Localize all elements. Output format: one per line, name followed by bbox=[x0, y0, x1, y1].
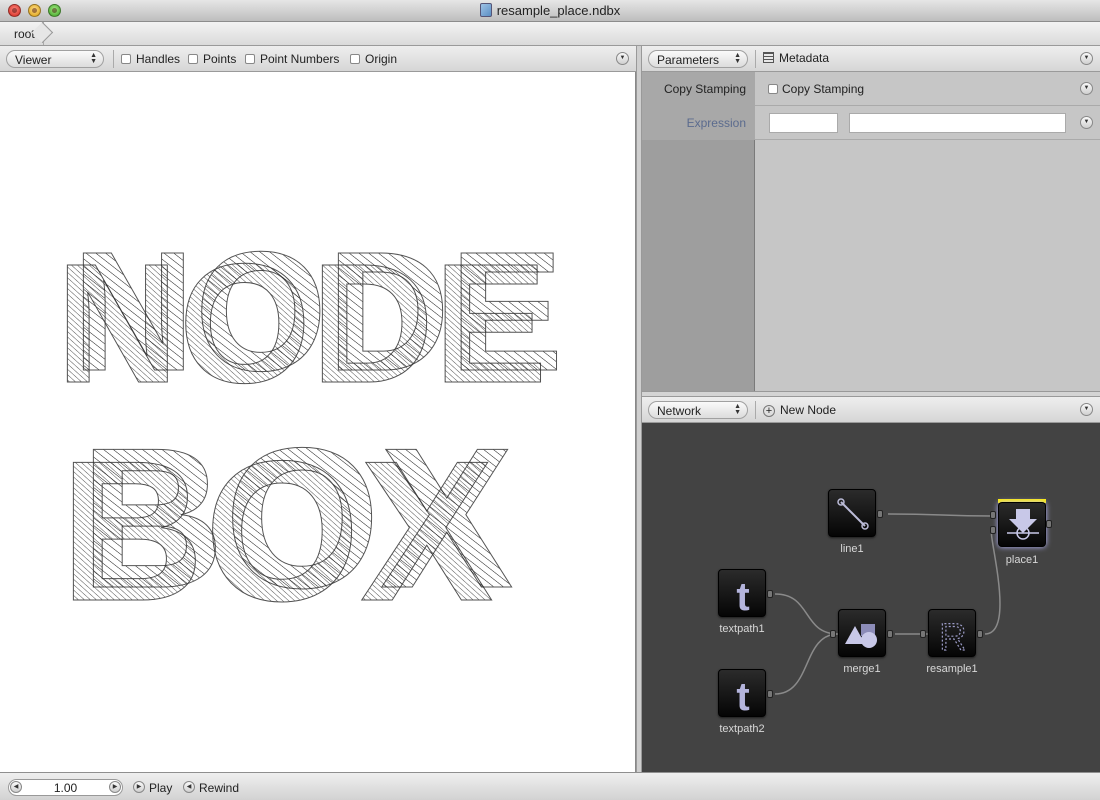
play-button[interactable]: Play bbox=[149, 781, 172, 795]
handles-checkbox[interactable] bbox=[121, 54, 131, 64]
input-port[interactable] bbox=[920, 630, 926, 638]
plus-icon: + bbox=[763, 405, 775, 417]
copy-stamping-label: Copy Stamping bbox=[782, 82, 865, 96]
updown-arrows-icon: ▲ ▼ bbox=[734, 52, 741, 65]
parameters-options-menu-button[interactable]: ▼ bbox=[1080, 52, 1093, 65]
parameter-menu-button[interactable]: ▼ bbox=[1080, 82, 1093, 95]
play-icon[interactable]: ▶ bbox=[133, 781, 145, 793]
new-node-button[interactable]: + New Node bbox=[763, 403, 836, 417]
handles-label: Handles bbox=[136, 52, 181, 66]
frame-decrement-button[interactable]: ◀ bbox=[10, 781, 22, 793]
input-port[interactable] bbox=[830, 630, 836, 638]
node-textpath2[interactable]: t bbox=[718, 669, 766, 719]
network-options-menu-button[interactable]: ▼ bbox=[1080, 403, 1093, 416]
text-icon: t bbox=[736, 675, 749, 719]
network-mode-label: Network bbox=[657, 404, 702, 418]
playback-bar: 1.00 ◀ ▶ ▶ Play ◀ Rewind bbox=[0, 772, 1100, 800]
document-icon bbox=[479, 3, 492, 17]
input-port[interactable] bbox=[990, 511, 996, 519]
list-icon bbox=[763, 52, 774, 63]
expression-field-2[interactable] bbox=[849, 113, 1066, 133]
parameters-mode-select[interactable]: Parameters ▲ ▼ bbox=[648, 50, 748, 68]
points-label: Points bbox=[203, 52, 237, 66]
frame-field[interactable]: 1.00 bbox=[8, 779, 123, 796]
viewer-mode-select[interactable]: Viewer ▲ ▼ bbox=[6, 50, 104, 68]
output-port[interactable] bbox=[767, 690, 773, 698]
hatched-text-line-1: NODE NODE bbox=[56, 217, 564, 420]
node-textpath1[interactable]: t bbox=[718, 569, 766, 619]
parameters-mode-label: Parameters bbox=[657, 53, 720, 67]
viewer-toolbar: Viewer ▲ ▼ Handles Points Point Numbers O… bbox=[0, 46, 636, 72]
updown-arrows-icon: ▲ ▼ bbox=[734, 403, 741, 416]
merge-icon bbox=[845, 624, 877, 648]
frame-value: 1.00 bbox=[53, 781, 78, 795]
origin-checkbox[interactable] bbox=[350, 54, 360, 64]
svg-text:t: t bbox=[736, 575, 749, 618]
rewind-button[interactable]: Rewind bbox=[199, 781, 239, 795]
node-label: resample1 bbox=[926, 663, 978, 675]
parameter-row-copy-stamping: Copy Stamping Copy Stamping ▼ bbox=[642, 72, 1100, 106]
toolbar-divider bbox=[755, 50, 756, 68]
output-port[interactable] bbox=[877, 510, 883, 518]
svg-text:R: R bbox=[939, 617, 966, 658]
node-merge1[interactable] bbox=[838, 609, 886, 657]
hatched-text-line-2: BOX BOX bbox=[60, 407, 514, 644]
node-place1[interactable] bbox=[998, 502, 1046, 547]
copy-stamping-checkbox[interactable] bbox=[768, 84, 778, 94]
point-numbers-checkbox[interactable] bbox=[245, 54, 255, 64]
output-port[interactable] bbox=[977, 630, 983, 638]
rendered-output: NODE NODE BOX BOX bbox=[56, 217, 564, 644]
parameters-toolbar: Parameters ▲ ▼ Metadata ▼ bbox=[642, 46, 1100, 72]
svg-text:t: t bbox=[736, 675, 749, 718]
resample-icon: R bbox=[939, 616, 968, 659]
line-icon bbox=[837, 498, 869, 530]
node-resample1[interactable]: R bbox=[928, 609, 976, 660]
input-port[interactable] bbox=[990, 526, 996, 534]
node-label: merge1 bbox=[843, 663, 881, 675]
title-bar: resample_place.ndbx bbox=[0, 0, 1100, 22]
connection-resample1-place1 bbox=[984, 530, 1001, 635]
node-label: line1 bbox=[840, 543, 864, 555]
rewind-icon[interactable]: ◀ bbox=[183, 781, 195, 793]
expression-field-1[interactable] bbox=[769, 113, 838, 133]
viewer-canvas[interactable]: NODE NODE BOX BOX bbox=[0, 72, 636, 772]
metadata-label: Metadata bbox=[779, 51, 830, 65]
window-title-area: resample_place.ndbx bbox=[0, 3, 1100, 18]
output-port[interactable] bbox=[887, 630, 893, 638]
hatched-text-front: NODE bbox=[56, 229, 547, 419]
new-node-label: New Node bbox=[780, 403, 837, 417]
hatched-text-front-2: BOX bbox=[60, 420, 493, 643]
toolbar-divider bbox=[113, 50, 114, 68]
node-line1[interactable] bbox=[828, 489, 876, 537]
parameter-row-expression: Expression ▼ bbox=[642, 106, 1100, 140]
node-label: place1 bbox=[1005, 554, 1039, 566]
place-icon bbox=[1007, 509, 1039, 540]
metadata-button[interactable]: Metadata bbox=[763, 51, 829, 65]
origin-label: Origin bbox=[365, 52, 398, 66]
points-checkbox[interactable] bbox=[188, 54, 198, 64]
network-mode-select[interactable]: Network ▲ ▼ bbox=[648, 401, 748, 419]
output-port[interactable] bbox=[767, 590, 773, 598]
node-label: textpath2 bbox=[719, 723, 765, 735]
network-toolbar: Network ▲ ▼ + New Node ▼ bbox=[642, 397, 1100, 423]
node-label: textpath1 bbox=[719, 623, 765, 635]
viewer-mode-label: Viewer bbox=[15, 53, 52, 67]
parameter-label: Copy Stamping bbox=[642, 72, 755, 106]
viewer-options-menu-button[interactable]: ▼ bbox=[616, 52, 629, 65]
toolbar-divider bbox=[755, 401, 756, 419]
text-icon: t bbox=[736, 575, 749, 619]
breadcrumb-root[interactable]: root bbox=[0, 22, 44, 45]
output-port[interactable] bbox=[1046, 520, 1052, 528]
window-title: resample_place.ndbx bbox=[496, 3, 621, 18]
breadcrumb: root bbox=[0, 22, 1100, 46]
connection-line1-place1 bbox=[887, 513, 993, 517]
frame-increment-button[interactable]: ▶ bbox=[109, 781, 121, 793]
parameter-label: Expression bbox=[642, 106, 755, 140]
point-numbers-label: Point Numbers bbox=[260, 52, 340, 66]
updown-arrows-icon: ▲ ▼ bbox=[90, 52, 97, 65]
parameters-panel: Copy Stamping Copy Stamping ▼ Expression… bbox=[642, 72, 1100, 391]
network-view[interactable]: line1 place1 t textpath1 merge1 R resamp… bbox=[642, 423, 1100, 772]
connections bbox=[774, 513, 1001, 695]
parameter-menu-button[interactable]: ▼ bbox=[1080, 116, 1093, 129]
